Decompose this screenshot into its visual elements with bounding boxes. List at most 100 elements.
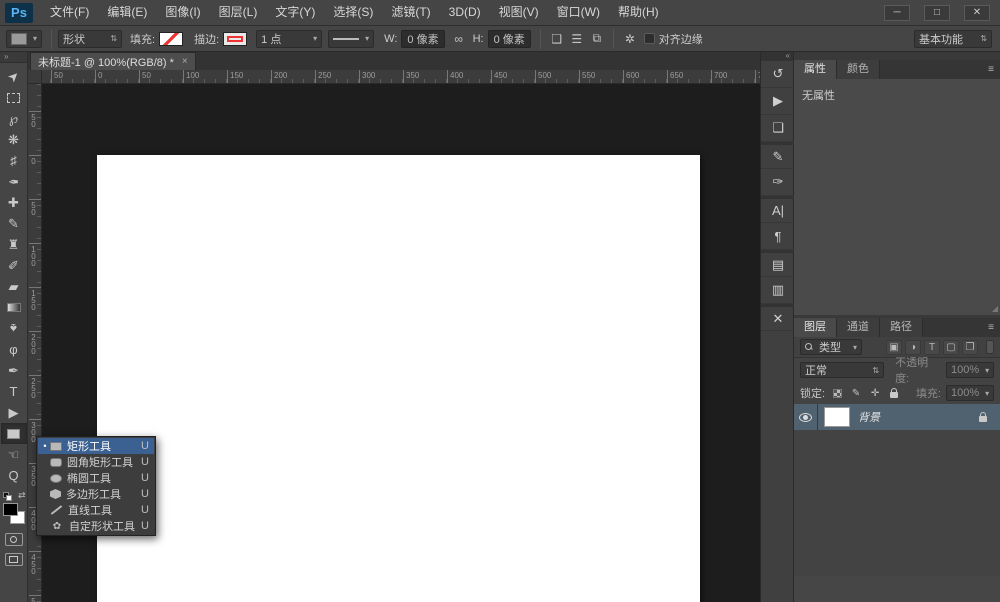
tool-preset-picker[interactable]: ▾	[6, 30, 42, 48]
move-tool[interactable]: ➤	[1, 66, 27, 87]
shape-width-input[interactable]: 0 像素	[401, 30, 444, 48]
opacity-input[interactable]: 100% ▾	[946, 362, 994, 378]
layer-comps-panel-icon[interactable]: ▤	[761, 250, 795, 277]
stroke-width-select[interactable]: 1 点 ▾	[256, 30, 322, 48]
brush-panel-icon[interactable]: ✎	[761, 142, 795, 169]
notes-panel-icon[interactable]: ▥	[761, 277, 795, 304]
zoom-tool[interactable]: Q	[1, 465, 27, 486]
menu-item[interactable]: 3D(D)	[440, 0, 490, 25]
brush-tool[interactable]: ✎	[1, 213, 27, 234]
close-tab-icon[interactable]: ×	[182, 56, 188, 67]
gradient-tool[interactable]	[1, 297, 27, 318]
path-arrangement-icon[interactable]: ⧉	[587, 30, 607, 48]
character-panel-icon[interactable]: A|	[761, 196, 795, 223]
lock-image-pixels-icon[interactable]: ✎	[849, 386, 863, 400]
toolbar-collapse-button[interactable]: »	[0, 52, 27, 63]
tab-channels[interactable]: 通道	[837, 318, 880, 337]
dodge-tool[interactable]: φ	[1, 339, 27, 360]
filter-type-layers-icon[interactable]: T	[924, 340, 940, 355]
quick-selection-tool[interactable]: ❋	[1, 129, 27, 150]
horizontal-ruler[interactable]: 5005010015020025030035040045050055060065…	[28, 70, 760, 84]
actions-panel-icon[interactable]: ▶	[761, 88, 795, 115]
tab-paths[interactable]: 路径	[880, 318, 923, 337]
default-colors-icon[interactable]	[3, 492, 12, 501]
filter-pixel-layers-icon[interactable]: ▣	[886, 340, 902, 355]
brush-presets-panel-icon[interactable]: ✑	[761, 169, 795, 196]
eraser-tool[interactable]: ▰	[1, 276, 27, 297]
menu-item[interactable]: 文字(Y)	[266, 0, 324, 25]
filter-toggle-switch[interactable]	[986, 340, 994, 354]
tool-mode-select[interactable]: 形状 ⇅	[58, 30, 122, 48]
stroke-swatch[interactable]	[223, 32, 247, 46]
filter-smart-objects-icon[interactable]: ❐	[962, 340, 978, 355]
menu-item-line-tool[interactable]: 直线工具 U	[38, 502, 154, 518]
type-tool[interactable]: T	[1, 381, 27, 402]
blur-tool[interactable]: ♠	[1, 318, 27, 339]
rectangular-marquee-tool[interactable]	[1, 87, 27, 108]
stroke-type-select[interactable]: ▾	[328, 30, 374, 48]
menu-item-rectangle-tool[interactable]: • 矩形工具 U	[38, 438, 154, 454]
fill-swatch[interactable]	[159, 32, 183, 46]
menu-item-custom-shape-tool[interactable]: 自定形状工具 U	[38, 518, 154, 534]
history-panel-icon[interactable]: ↺	[761, 61, 795, 88]
tool-presets-panel-icon[interactable]: ✕	[761, 304, 795, 331]
path-selection-tool[interactable]: ▶	[1, 402, 27, 423]
swap-colors-icon[interactable]: ⇄	[18, 490, 26, 501]
rectangle-tool[interactable]	[1, 423, 27, 444]
tab-properties[interactable]: 属性	[794, 60, 837, 79]
filter-adjustment-layers-icon[interactable]: ◑	[905, 340, 921, 355]
lock-transparent-pixels-icon[interactable]	[830, 386, 844, 400]
menu-item[interactable]: 图层(L)	[210, 0, 267, 25]
expand-dock-button[interactable]: «	[761, 52, 793, 61]
align-edges-checkbox[interactable]	[644, 33, 655, 44]
layer-filter-type-select[interactable]: 类型 ▾	[800, 339, 862, 355]
lock-position-icon[interactable]: ✛	[868, 386, 882, 400]
tab-color[interactable]: 颜色	[837, 60, 880, 79]
menu-item[interactable]: 图像(I)	[156, 0, 209, 25]
menu-item-rounded-rectangle-tool[interactable]: 圆角矩形工具 U	[38, 454, 154, 470]
tab-layers[interactable]: 图层	[794, 318, 837, 337]
clone-stamp-tool[interactable]: ♜	[1, 234, 27, 255]
menu-item[interactable]: 滤镜(T)	[382, 0, 439, 25]
screen-mode-button[interactable]	[5, 553, 23, 566]
quick-mask-button[interactable]	[5, 533, 23, 546]
filter-shape-layers-icon[interactable]: ▢	[943, 340, 959, 355]
ruler-origin-corner[interactable]	[28, 70, 42, 84]
fill-input[interactable]: 100% ▾	[946, 385, 994, 401]
gear-icon[interactable]: ✲	[620, 30, 640, 48]
document-tab[interactable]: 未标题-1 @ 100%(RGB/8) * ×	[30, 52, 196, 70]
crop-tool[interactable]: ♯	[1, 150, 27, 171]
workspace-switcher[interactable]: 基本功能 ⇅	[914, 30, 992, 48]
menu-item[interactable]: 文件(F)	[41, 0, 98, 25]
menu-item[interactable]: 选择(S)	[324, 0, 382, 25]
menu-item[interactable]: 帮助(H)	[609, 0, 668, 25]
paragraph-panel-icon[interactable]: ¶	[761, 223, 795, 250]
menu-item[interactable]: 编辑(E)	[98, 0, 156, 25]
canvas[interactable]	[97, 155, 700, 602]
maximize-button[interactable]: □	[924, 5, 950, 21]
eyedropper-tool[interactable]: ✒	[1, 171, 27, 192]
panel-menu-icon[interactable]: ≡	[982, 60, 1000, 79]
panel-menu-icon[interactable]: ≡	[982, 318, 1000, 337]
menu-item[interactable]: 视图(V)	[490, 0, 548, 25]
path-operations-icon[interactable]: ❑	[547, 30, 567, 48]
minimize-button[interactable]: ─	[884, 5, 910, 21]
shape-height-input[interactable]: 0 像素	[488, 30, 531, 48]
clone-source-panel-icon[interactable]: ❏	[761, 115, 795, 142]
layer-row[interactable]: 背景	[794, 404, 1000, 430]
pen-tool[interactable]: ✒	[1, 360, 27, 381]
lasso-tool[interactable]: ℘	[1, 108, 27, 129]
foreground-color-swatch[interactable]	[3, 503, 18, 516]
lock-all-icon[interactable]	[887, 386, 901, 400]
path-alignment-icon[interactable]: ☰	[567, 30, 587, 48]
blend-mode-select[interactable]: 正常 ⇅	[800, 362, 884, 378]
menu-item[interactable]: 窗口(W)	[548, 0, 609, 25]
close-button[interactable]: ✕	[964, 5, 990, 21]
menu-item-polygon-tool[interactable]: 多边形工具 U	[38, 486, 154, 502]
layer-thumbnail[interactable]	[824, 407, 850, 427]
hand-tool[interactable]: ☜	[1, 444, 27, 465]
menu-item-ellipse-tool[interactable]: 椭圆工具 U	[38, 470, 154, 486]
panel-resize-grip[interactable]: ◢	[992, 304, 998, 313]
history-brush-tool[interactable]: ✐	[1, 255, 27, 276]
link-dimensions-icon[interactable]: ∞	[449, 30, 469, 48]
